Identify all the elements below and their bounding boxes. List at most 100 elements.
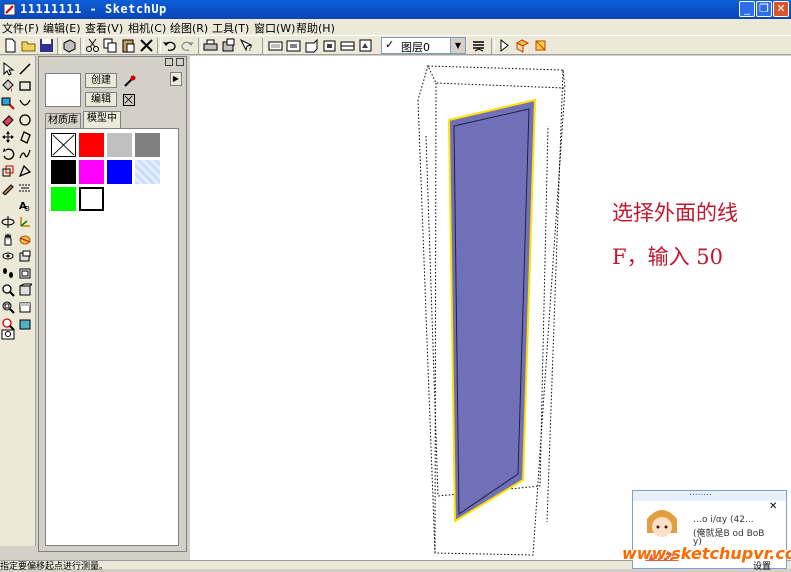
tab-in-model[interactable]: 模型中	[83, 111, 121, 128]
delete-material-icon[interactable]	[123, 94, 135, 106]
popup-close-icon[interactable]: ✕	[769, 501, 777, 512]
make-component-icon[interactable]	[62, 38, 77, 53]
print-icon[interactable]	[203, 38, 218, 53]
undo-icon[interactable]	[162, 38, 177, 53]
zoom-window-tool-icon[interactable]	[1, 300, 15, 314]
section-display-icon[interactable]	[533, 38, 548, 53]
tools-palette: AB	[0, 56, 36, 546]
material-swatch-blue[interactable]	[107, 160, 132, 184]
tab-material-library[interactable]: 材质库	[45, 113, 81, 128]
select-tool-icon[interactable]	[1, 62, 15, 76]
model-scene	[417, 65, 566, 556]
whats-this-icon[interactable]: ?	[239, 38, 254, 53]
material-swatch-light-blue[interactable]	[135, 160, 160, 184]
eraser-tool-icon[interactable]	[1, 113, 15, 127]
menu-window[interactable]: 窗口(W)	[254, 20, 295, 36]
offset-tool-icon[interactable]	[18, 266, 32, 280]
previous-scene-icon[interactable]	[497, 38, 512, 53]
material-swatch-light-gray[interactable]	[107, 133, 132, 157]
outer-shell-tool-icon[interactable]	[18, 300, 32, 314]
sample-paint-icon[interactable]	[123, 74, 137, 88]
expand-panel-arrow-icon[interactable]: ▶	[170, 72, 182, 86]
popup-header: ........	[633, 488, 786, 501]
erase-icon[interactable]	[139, 38, 154, 53]
zoom-tool-icon[interactable]	[1, 283, 15, 297]
materials-panel-caption	[39, 57, 186, 67]
previous-view-tool-icon[interactable]	[1, 327, 15, 341]
orbit-tool-icon[interactable]	[1, 215, 15, 229]
section-plane-icon[interactable]	[515, 38, 530, 53]
view-back-icon[interactable]	[340, 38, 355, 53]
view-right-icon[interactable]	[322, 38, 337, 53]
paint-tool-icon[interactable]	[1, 181, 15, 195]
restore-button[interactable]: ❐	[756, 1, 772, 17]
tape-measure-tool-icon[interactable]	[18, 181, 32, 195]
menu-tools[interactable]: 工具(T)	[212, 20, 249, 36]
panel-close-icon[interactable]	[176, 58, 184, 66]
rotate-tool-icon[interactable]	[1, 147, 15, 161]
menu-draw[interactable]: 绘图(R)	[170, 20, 208, 36]
polygon-tool-icon[interactable]	[18, 130, 32, 144]
move-tool-icon[interactable]	[1, 130, 15, 144]
paint-bucket-tool-icon[interactable]	[1, 79, 15, 93]
svg-text:B: B	[25, 205, 30, 212]
make-component-tool-icon[interactable]	[1, 96, 15, 110]
selected-face[interactable]	[447, 98, 537, 523]
new-file-icon[interactable]	[3, 38, 18, 53]
popup-header-dots: ........	[689, 488, 712, 498]
sketchup-app-icon[interactable]	[3, 3, 16, 16]
view-top-icon[interactable]	[286, 38, 301, 53]
paste-icon[interactable]	[121, 38, 136, 53]
view-iso-icon[interactable]	[268, 38, 283, 53]
drawing-viewport[interactable]: 选择外面的线 F，输入 50	[190, 56, 791, 560]
save-icon[interactable]	[39, 38, 54, 53]
menu-file[interactable]: 文件(F)	[2, 20, 39, 36]
material-swatch-black[interactable]	[51, 160, 76, 184]
create-material-button[interactable]: 创建	[85, 73, 117, 88]
close-button[interactable]: ✕	[773, 1, 789, 17]
material-swatch-gray[interactable]	[135, 133, 160, 157]
follow-me-tool-icon[interactable]	[18, 249, 32, 263]
redo-icon[interactable]	[180, 38, 195, 53]
material-swatch-green[interactable]	[51, 187, 76, 211]
layer-manager-icon[interactable]	[471, 38, 486, 53]
material-swatch-red[interactable]	[79, 133, 104, 157]
cut-icon[interactable]	[85, 38, 100, 53]
text-tool-icon[interactable]: AB	[18, 198, 32, 212]
axes-tool-icon[interactable]	[18, 215, 32, 229]
chevron-down-icon[interactable]: ▼	[450, 38, 465, 53]
menu-view[interactable]: 查看(V)	[85, 20, 123, 36]
line-tool-icon[interactable]	[18, 62, 32, 76]
minimize-button[interactable]: _	[739, 1, 755, 17]
svg-text:?: ?	[248, 44, 252, 53]
layer-dropdown[interactable]: ✓ 图层0 ▼	[381, 37, 466, 54]
open-folder-icon[interactable]	[21, 38, 36, 53]
circle-tool-icon[interactable]	[18, 113, 32, 127]
pushpull-tool-icon[interactable]	[18, 164, 32, 178]
material-swatch-default[interactable]	[51, 133, 76, 157]
menu-camera[interactable]: 相机(C)	[128, 20, 166, 36]
toolbar-separator	[80, 38, 84, 54]
material-swatch-white[interactable]	[78, 186, 105, 212]
materials-panel: 创建 编辑 ▶ 材质库 模型中	[38, 56, 187, 552]
freehand-tool-icon[interactable]	[18, 147, 32, 161]
model-info-icon[interactable]	[221, 38, 236, 53]
pan-tool-icon[interactable]	[1, 232, 15, 246]
intersect-tool-icon[interactable]	[18, 283, 32, 297]
rectangle-tool-icon[interactable]	[18, 79, 32, 93]
scale-tool-icon[interactable]	[1, 164, 15, 178]
copy-icon[interactable]	[103, 38, 118, 53]
view-left-icon[interactable]	[358, 38, 373, 53]
material-swatch-magenta[interactable]	[79, 160, 104, 184]
walk-tool-icon[interactable]	[1, 249, 15, 263]
view-front-icon[interactable]	[304, 38, 319, 53]
menu-help[interactable]: 帮助(H)	[296, 20, 335, 36]
menu-edit[interactable]: 编辑(E)	[43, 20, 81, 36]
edit-material-button[interactable]: 编辑	[85, 92, 117, 107]
solid-tools-icon[interactable]	[18, 317, 32, 331]
panel-minimize-icon[interactable]	[165, 58, 173, 66]
footprints-tool-icon[interactable]	[1, 266, 15, 280]
arc-tool-icon[interactable]	[18, 96, 32, 110]
dimension-tool-icon[interactable]	[18, 232, 32, 246]
menu-bar: 文件(F) 编辑(E) 查看(V) 相机(C) 绘图(R) 工具(T) 窗口(W…	[0, 19, 791, 35]
